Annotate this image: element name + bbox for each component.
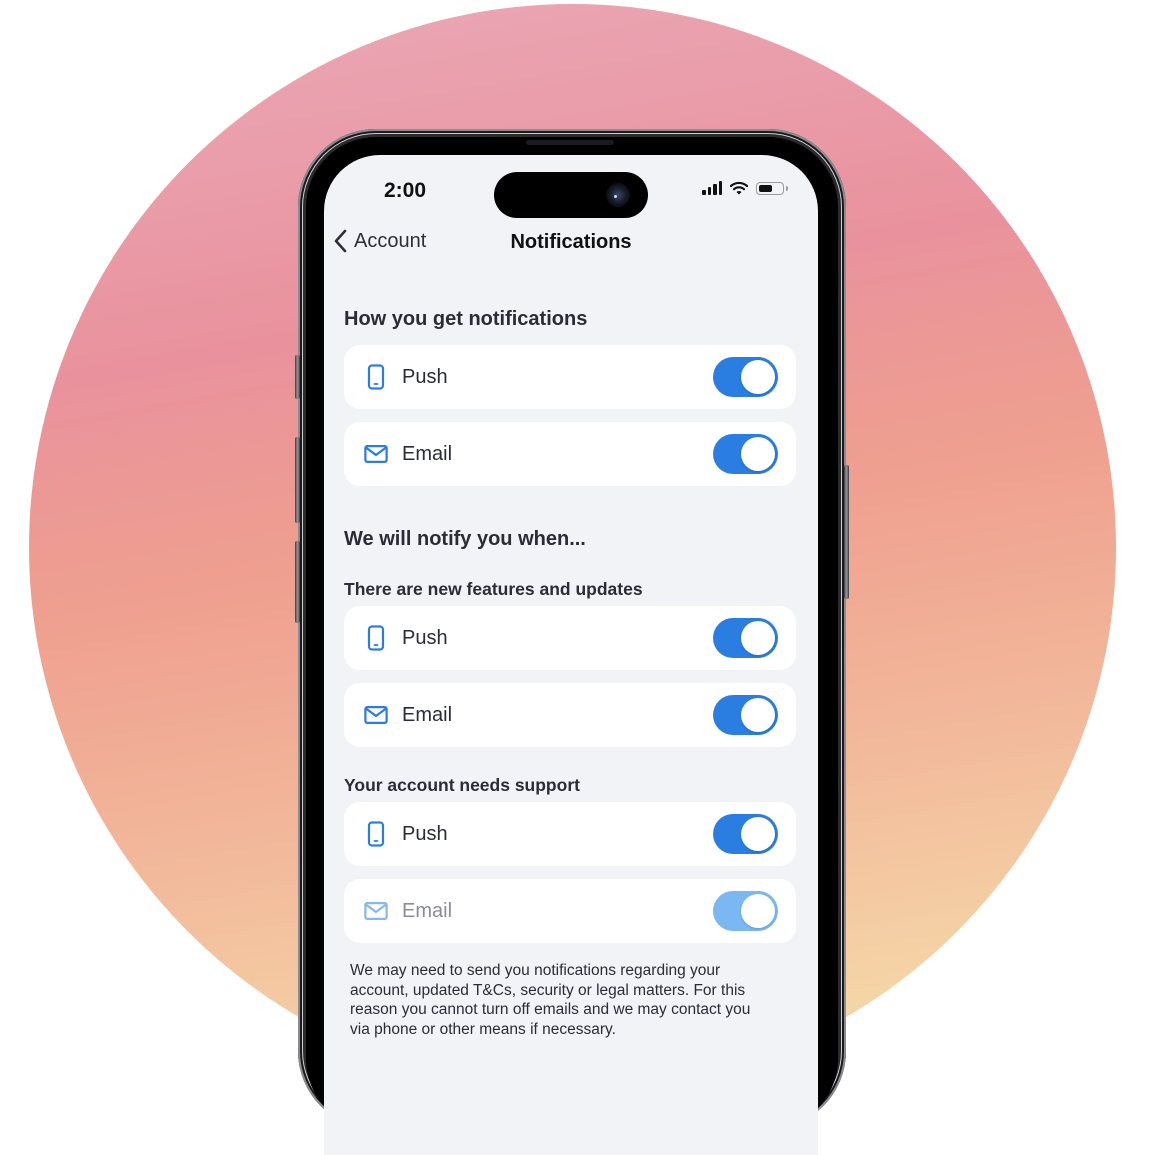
row-label: Push [402, 822, 448, 845]
group-title-support: Your account needs support [344, 775, 580, 795]
row-features-push: Push [344, 606, 796, 670]
phone-screen: 2:00 Notifications Account How you get n… [324, 155, 818, 1155]
row-label: Email [402, 442, 453, 465]
features-push-toggle[interactable] [713, 618, 778, 658]
section-title-channels: How you get notifications [344, 308, 588, 330]
row-support-push: Push [344, 802, 796, 866]
row-label: Email [402, 703, 453, 726]
email-toggle[interactable] [713, 434, 778, 474]
power-button [844, 465, 849, 599]
push-toggle[interactable] [713, 357, 778, 397]
wifi-icon [730, 181, 748, 195]
mail-icon [364, 703, 388, 727]
navigation-bar: Notifications Account [324, 229, 818, 259]
volume-down-button [295, 541, 300, 623]
features-email-toggle[interactable] [713, 695, 778, 735]
section-title-notify: We will notify you when... [344, 528, 586, 550]
row-features-email: Email [344, 683, 796, 747]
support-email-toggle-disabled [713, 891, 778, 931]
row-label: Push [402, 626, 448, 649]
mail-icon [364, 442, 388, 466]
row-support-email: Email [344, 879, 796, 943]
phone-icon [364, 625, 388, 651]
dynamic-island [494, 172, 648, 218]
phone-icon [364, 821, 388, 847]
earpiece-speaker [526, 140, 614, 145]
cellular-signal-icon [702, 181, 722, 195]
back-button[interactable]: Account [334, 229, 426, 253]
phone-icon [364, 364, 388, 390]
action-button [295, 355, 300, 399]
row-channels-email: Email [344, 422, 796, 486]
chevron-left-icon [334, 229, 347, 253]
battery-icon [756, 181, 788, 195]
status-time: 2:00 [383, 179, 427, 202]
mail-icon [364, 899, 388, 923]
row-channels-push: Push [344, 345, 796, 409]
camera-icon [606, 183, 630, 207]
back-label: Account [354, 229, 427, 252]
support-push-toggle[interactable] [713, 814, 778, 854]
status-icons [702, 181, 788, 195]
row-label: Email [402, 899, 453, 922]
footnote-text: We may need to send you notifications re… [350, 962, 751, 1038]
group-title-features: There are new features and updates [344, 579, 643, 599]
volume-up-button [295, 437, 300, 523]
row-label: Push [402, 365, 448, 388]
phone-frame: 2:00 Notifications Account How you get n… [295, 129, 849, 1155]
